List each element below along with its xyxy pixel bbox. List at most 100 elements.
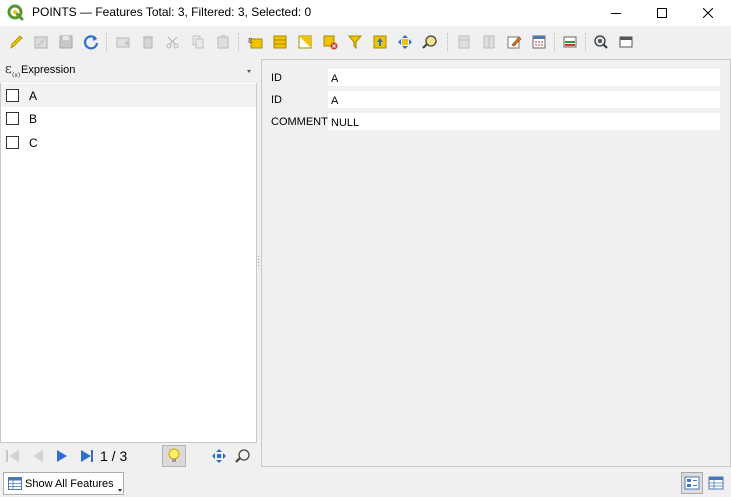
table-view-button[interactable] [705,472,727,494]
skip-last-icon [81,450,93,462]
select-all-button[interactable] [269,31,291,53]
delete-feature-button[interactable] [137,31,159,53]
status-bar: Show All Features [0,470,731,497]
pan-to-selected-button[interactable] [394,31,416,53]
actions-button[interactable] [590,31,612,53]
feature-checkbox[interactable] [6,136,19,149]
feature-list: A B C [0,83,257,443]
field-calculator-icon [532,35,546,49]
select-by-expression-icon: ε [248,36,263,49]
pan-to-feature-button[interactable] [209,447,229,465]
zoom-icon [235,449,250,463]
conditional-formatting-icon [563,36,577,48]
close-icon [703,8,713,18]
deselect-all-icon [323,35,338,50]
toggle-edit-icon [507,36,522,49]
select-all-icon [273,35,287,49]
first-feature-button[interactable] [3,447,23,465]
add-feature-button[interactable] [112,31,134,53]
reload-icon [83,35,99,50]
zoom-to-feature-button[interactable] [233,447,253,465]
save-edits-button[interactable] [55,31,77,53]
copy-button[interactable] [187,31,209,53]
panel-splitter[interactable] [257,255,260,271]
cut-icon [166,36,179,49]
chevron-down-icon [247,70,251,73]
previous-feature-button[interactable] [28,447,48,465]
form-view-button[interactable] [681,472,703,494]
cut-button[interactable] [162,31,184,53]
actions-icon [594,35,608,49]
expression-selector[interactable]: ε (x) Expression [0,59,257,83]
table-icon [8,477,22,490]
copy-icon [192,35,204,49]
invert-selection-icon [298,35,312,49]
highlight-feature-button[interactable] [162,445,186,467]
skip-first-icon [6,450,19,462]
dock-icon [619,36,633,48]
svg-text:(x): (x) [12,72,20,79]
minimize-button[interactable] [593,0,639,26]
feature-counter: 1 / 3 [100,448,128,464]
dock-button[interactable] [615,31,637,53]
toggle-editing-button[interactable] [5,31,27,53]
field-calculator-button[interactable] [528,31,550,53]
paste-icon [217,35,229,49]
maximize-icon [657,8,667,18]
form-row: COMMENT NULL [262,113,730,131]
last-feature-button[interactable] [77,447,97,465]
expression-label: Expression [21,64,76,76]
lightbulb-icon [168,448,180,462]
close-button[interactable] [685,0,731,26]
attribute-form: ID A ID A COMMENT NULL [261,59,731,467]
reload-button[interactable] [80,31,102,53]
new-field-icon [458,35,470,49]
table-view-icon [708,476,724,490]
feature-label: B [29,112,38,126]
field-value[interactable]: NULL [328,113,720,130]
list-item[interactable]: C [1,131,256,154]
attribute-table-window: POINTS — Features Total: 3, Filtered: 3,… [0,0,731,497]
field-value[interactable]: A [328,69,720,86]
title-bar: POINTS — Features Total: 3, Filtered: 3,… [0,0,731,26]
filter-icon [347,35,363,50]
list-item[interactable]: B [1,107,256,130]
previous-icon [33,450,43,462]
next-feature-button[interactable] [52,447,72,465]
feature-label: A [29,89,38,103]
deselect-all-button[interactable] [319,31,341,53]
feature-checkbox[interactable] [6,112,19,125]
save-edits-icon [59,35,73,49]
list-item[interactable]: A [1,84,256,107]
toggle-edit-field-button[interactable] [503,31,525,53]
zoom-to-selected-button[interactable] [419,31,441,53]
pencil-icon [10,35,23,49]
form-row: ID A [262,91,730,109]
svg-text:ε: ε [5,62,12,77]
pan-arrows-icon [212,449,226,463]
paste-button[interactable] [212,31,234,53]
field-label: COMMENT [271,116,328,128]
feature-list-panel: ε (x) Expression A B C [0,59,257,443]
field-label: ID [271,94,282,106]
select-by-expression-button[interactable]: ε [244,31,266,53]
attribute-toolbar: ε [0,27,731,57]
window-title: POINTS — Features Total: 3, Filtered: 3,… [32,5,312,19]
maximize-button[interactable] [639,0,685,26]
expression-epsilon-icon: ε (x) [5,62,20,79]
invert-selection-button[interactable] [294,31,316,53]
delete-field-button[interactable] [478,31,500,53]
form-view-icon [684,476,700,490]
show-all-features-dropdown[interactable]: Show All Features [3,472,124,495]
feature-checkbox[interactable] [6,89,19,102]
zoom-to-selected-icon [422,35,437,49]
field-label: ID [271,72,282,84]
multi-edit-button[interactable] [30,31,52,53]
field-value[interactable]: A [328,91,720,108]
move-selection-to-top-button[interactable] [369,31,391,53]
feature-label: C [29,136,38,150]
delete-feature-icon [143,36,153,49]
new-field-button[interactable] [453,31,475,53]
conditional-formatting-button[interactable] [559,31,581,53]
filter-button[interactable] [344,31,366,53]
